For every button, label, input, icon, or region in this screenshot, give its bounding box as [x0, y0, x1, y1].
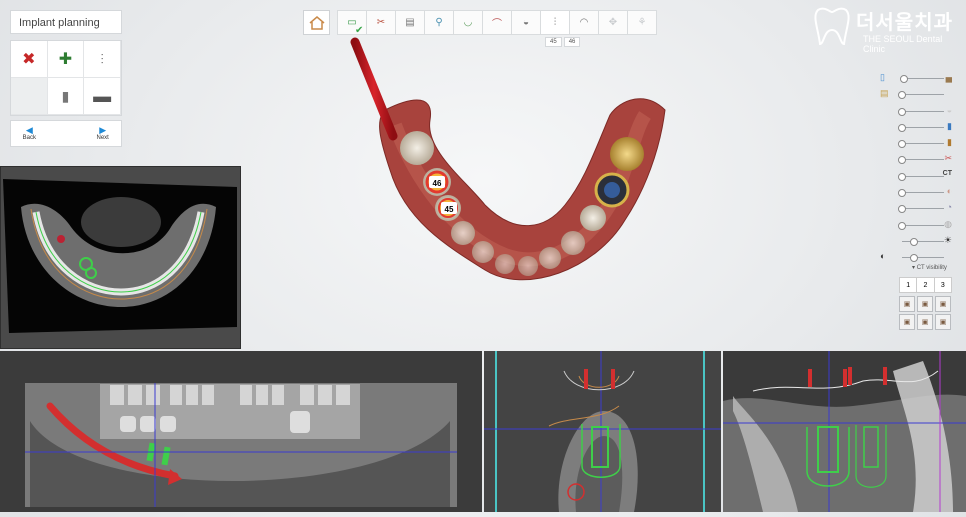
gold-crown-model [610, 137, 644, 171]
home-icon [309, 15, 324, 30]
back-button[interactable]: ◀ Back [11, 121, 48, 146]
add-plus-icon: ✚ [58, 51, 73, 68]
export-icon: ⚘ [637, 17, 647, 28]
guide-icon: ✂ [944, 153, 952, 164]
arrow-right-icon: ▶ [99, 125, 107, 135]
crown-icon: ◒ [522, 17, 530, 28]
axial-ct-view[interactable] [0, 166, 241, 349]
view-back-button[interactable]: ▣ [935, 314, 951, 330]
clinic-logo: 더서울치과 THE SEOUL Dental Clinic [806, 4, 962, 54]
implant-icon: ⫶ [553, 17, 557, 28]
svg-text:46: 46 [433, 179, 442, 188]
slider-implant[interactable]: ▮ [880, 119, 960, 135]
scan-icon: ▯ [880, 72, 885, 82]
brightness-icon: ☀ [943, 234, 952, 245]
slider-brightness[interactable]: ☀ [880, 233, 960, 249]
next-button[interactable]: ▶ Next [84, 121, 121, 146]
view-bottom-button[interactable]: ▣ [917, 314, 933, 330]
view-1-button[interactable]: 1 [899, 277, 918, 293]
abutment-icon: ▮ [61, 87, 70, 104]
nav-box: ◀ Back ▶ Next [10, 120, 122, 147]
panoramic-view[interactable] [0, 351, 482, 512]
tooth3-icon: ◍ [944, 218, 952, 229]
view-3-button[interactable]: 3 [933, 277, 952, 293]
arch-icon: ◡ [463, 17, 473, 28]
3d-model-view[interactable]: 46 45 [345, 30, 675, 300]
ct-visibility-toggle[interactable]: ▾ CT visibility [912, 264, 947, 271]
tooth-model [518, 256, 538, 276]
slider-ct[interactable]: CT [880, 168, 960, 184]
panel-title: Implant planning [10, 10, 122, 34]
delete-implant-button[interactable]: ✖ [11, 41, 48, 78]
slider-tooth2[interactable]: ◔ [880, 200, 960, 216]
view-front-button[interactable]: ▣ [899, 296, 915, 312]
slider-crown[interactable]: ▤ [880, 86, 960, 102]
view-2-button[interactable]: 2 [916, 277, 935, 293]
add-implant-button[interactable]: ✚ [47, 41, 85, 78]
slider-guide[interactable]: ✂ [880, 151, 960, 167]
ct-icon: ▤ [405, 17, 415, 28]
slider-scan[interactable]: ▯ ▄ [880, 70, 960, 86]
implant-icon: ▮ [947, 120, 952, 131]
drill-guide-rod[interactable] [350, 37, 398, 141]
ct-label: CT [942, 169, 952, 177]
slider-tooth[interactable]: ◐ [880, 184, 960, 200]
empty-slot [11, 78, 48, 115]
tooth2-icon: ◔ [946, 202, 952, 213]
tooth-model [495, 254, 515, 274]
tooth-icon: ◐ [946, 186, 952, 197]
contrast-icon: ◐ [880, 251, 886, 262]
svg-text:45: 45 [445, 205, 454, 214]
guide-icon: ✥ [608, 17, 618, 28]
arrow-left-icon: ◀ [25, 125, 33, 135]
gingiva-icon: ⌒ [492, 19, 502, 30]
cross-section-view-1[interactable] [484, 351, 721, 512]
cross-section-view-2[interactable] [723, 351, 966, 512]
abutment-button[interactable]: ▮ [47, 78, 85, 115]
slider-tooth3[interactable]: ◍ [880, 217, 960, 233]
sleeve-icon: ▮ [947, 137, 952, 148]
tooth-model [580, 205, 606, 231]
logo-korean: 더서울치과 [856, 12, 953, 34]
crown-icon: ▤ [880, 88, 889, 99]
view-layout-buttons: 1 2 3 [899, 277, 952, 293]
align-icon: ⚲ [435, 17, 443, 28]
view-right-button[interactable]: ▣ [935, 296, 951, 312]
view-top-button[interactable]: ▣ [899, 314, 915, 330]
view-left-button[interactable]: ▣ [917, 296, 933, 312]
sleeve-icon: ▬ [93, 85, 112, 106]
implant-icon: ⫶ [100, 50, 104, 67]
slider-gingiva[interactable]: ◒ [880, 103, 960, 119]
visibility-sliders: ▯ ▄ ▤ ◒ ▮ ▮ ✂ CT ◐ ◔ ◍ ☀ ◐ [880, 70, 960, 266]
slider-sleeve[interactable]: ▮ [880, 135, 960, 151]
orientation-buttons: ▣ ▣ ▣ ▣ ▣ ▣ [899, 296, 951, 330]
model-icon: ▄ [945, 72, 952, 82]
tooth-logo-icon [814, 7, 850, 46]
delete-x-icon: ✖ [22, 51, 36, 68]
extract-icon: ✂ [376, 17, 386, 28]
tooth-model [561, 231, 585, 255]
sleeve-icon: ◠ [579, 17, 589, 28]
logo-english: THE SEOUL Dental Clinic [863, 34, 943, 54]
gingiva-icon: ◒ [946, 104, 952, 115]
tooth-model [539, 247, 561, 269]
home-button[interactable] [303, 10, 330, 35]
tooth-model [451, 221, 475, 245]
implant-library-button[interactable]: ⫶ [84, 41, 121, 78]
tooth-model [400, 131, 434, 165]
sleeve-button[interactable]: ▬ [84, 78, 121, 115]
tooth-model [472, 241, 494, 263]
tool-grid: ✖ ✚ ⫶ ▮ ▬ [10, 40, 122, 116]
